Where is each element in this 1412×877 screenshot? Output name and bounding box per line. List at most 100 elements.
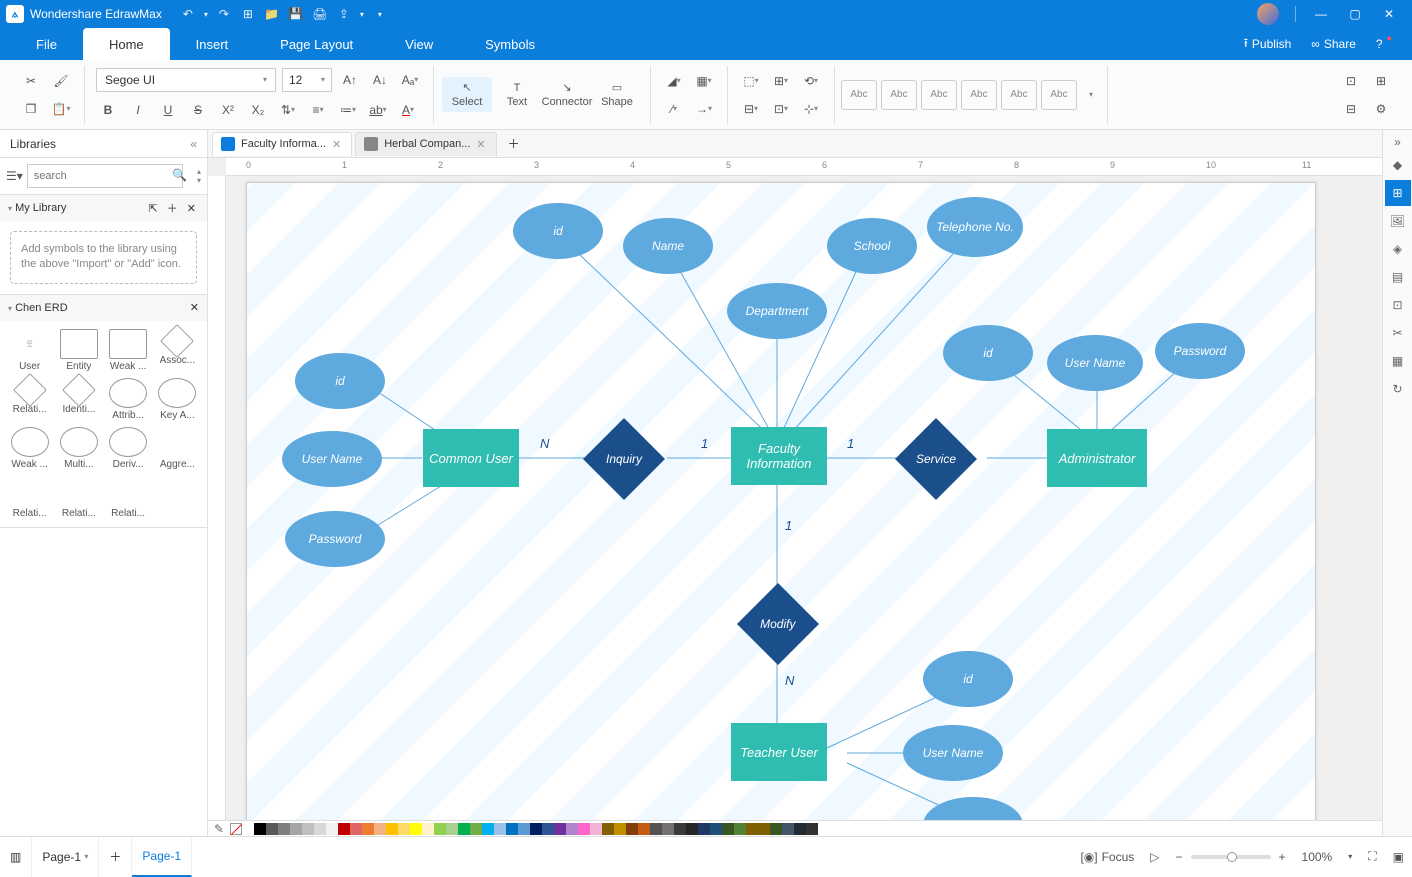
font-name-select[interactable]: Segoe UI▾ — [96, 68, 276, 92]
maximize-icon[interactable]: ▢ — [1338, 0, 1372, 28]
color-swatch[interactable] — [698, 823, 710, 835]
doc-tab[interactable]: Faculty Informa... ✕ — [212, 132, 352, 156]
color-swatch[interactable] — [398, 823, 410, 835]
style-more-icon[interactable]: ▾ — [1079, 83, 1103, 107]
attr-fi-school[interactable]: School — [827, 218, 917, 274]
color-swatch[interactable] — [362, 823, 374, 835]
color-swatch[interactable] — [290, 823, 302, 835]
color-swatch[interactable] — [602, 823, 614, 835]
close-section-icon[interactable]: ✕ — [187, 203, 196, 215]
help-icon[interactable]: ?● — [1366, 28, 1402, 60]
publish-button[interactable]: ⭱Publish — [1234, 28, 1302, 60]
shape-stencil[interactable]: Relati... — [6, 474, 53, 521]
shape-stencil[interactable]: Identi... — [55, 376, 102, 423]
color-swatch[interactable] — [434, 823, 446, 835]
color-swatch[interactable] — [254, 823, 266, 835]
tab-view[interactable]: View — [379, 28, 459, 60]
shadow-icon[interactable]: ▦▾ — [692, 69, 716, 93]
add-page-icon[interactable]: ＋ — [99, 837, 132, 877]
tab-symbols[interactable]: Symbols — [459, 28, 561, 60]
library-search-input[interactable] — [27, 164, 183, 188]
subscript-icon[interactable]: X₂ — [246, 98, 270, 122]
color-swatch[interactable] — [662, 823, 674, 835]
rel-modify[interactable]: Modify — [737, 583, 819, 665]
color-swatch[interactable] — [470, 823, 482, 835]
close-chen-icon[interactable]: ✕ — [190, 301, 199, 314]
distribute-icon[interactable]: ⊡▾ — [769, 97, 793, 121]
text-tool[interactable]: TText — [492, 78, 542, 112]
shape-tool[interactable]: ▭Shape — [592, 77, 642, 112]
attr-tu-id[interactable]: id — [923, 651, 1013, 707]
save-icon[interactable]: 💾 — [285, 3, 307, 25]
layers-panel-icon[interactable]: ◈ — [1385, 236, 1411, 262]
share-button[interactable]: ∞Share — [1301, 28, 1366, 60]
shape-stencil[interactable]: Relati... — [105, 474, 152, 521]
strike-icon[interactable]: S — [186, 98, 210, 122]
entity-faculty-info[interactable]: Faculty Information — [731, 427, 827, 485]
superscript-icon[interactable]: X² — [216, 98, 240, 122]
page-tab[interactable]: Page-1 — [132, 837, 192, 877]
color-swatch[interactable] — [578, 823, 590, 835]
clipart-panel-icon[interactable]: ⊡ — [1385, 292, 1411, 318]
color-swatch[interactable] — [266, 823, 278, 835]
style-preset[interactable]: Abc — [881, 80, 917, 110]
underline-icon[interactable]: U — [156, 98, 180, 122]
attr-ad-username[interactable]: User Name — [1047, 335, 1143, 391]
fit-width-icon[interactable]: ▣ — [1385, 850, 1412, 864]
fit-page-icon[interactable]: ⛶ — [1360, 849, 1384, 864]
presentation-icon[interactable]: ▷ — [1142, 850, 1167, 864]
shape-stencil[interactable]: Relati... — [55, 474, 102, 521]
zoom-in-icon[interactable]: + — [1271, 850, 1294, 864]
style-preset[interactable]: Abc — [1001, 80, 1037, 110]
shape-stencil[interactable]: 웃User — [6, 327, 53, 374]
tab-page-layout[interactable]: Page Layout — [254, 28, 379, 60]
tab-file[interactable]: File — [10, 28, 83, 60]
format-painter-icon[interactable]: 🖌 — [49, 69, 73, 93]
color-swatch[interactable] — [746, 823, 758, 835]
color-swatch[interactable] — [782, 823, 794, 835]
line-spacing-icon[interactable]: ⇅▾ — [276, 98, 300, 122]
search-icon[interactable]: 🔍 — [172, 168, 187, 182]
color-swatch[interactable] — [386, 823, 398, 835]
eyedropper-icon[interactable]: ✎ — [214, 822, 224, 836]
style-preset[interactable]: Abc — [1041, 80, 1077, 110]
rotate-icon[interactable]: ⟲▾ — [799, 69, 823, 93]
italic-icon[interactable]: I — [126, 98, 150, 122]
color-swatch[interactable] — [530, 823, 542, 835]
color-swatch[interactable] — [590, 823, 602, 835]
connector-tool[interactable]: ↘Connector — [542, 77, 592, 112]
attr-username[interactable]: User Name — [282, 431, 382, 487]
theme-panel-icon[interactable]: ⊞ — [1385, 180, 1411, 206]
entity-common-user[interactable]: Common User — [423, 429, 519, 487]
tab-close-icon[interactable]: ✕ — [332, 138, 341, 151]
export-more-icon[interactable]: ▾ — [357, 3, 367, 25]
shape-stencil[interactable]: Deriv... — [105, 425, 152, 472]
highlight-icon[interactable]: ab▾ — [366, 98, 390, 122]
bold-icon[interactable]: B — [96, 98, 120, 122]
export-icon[interactable]: ⇪ — [333, 3, 355, 25]
replace-icon[interactable]: ⊟ — [1339, 97, 1363, 121]
bring-front-icon[interactable]: ⬚▾ — [739, 69, 763, 93]
rel-inquiry[interactable]: Inquiry — [583, 418, 665, 500]
outline-toggle-icon[interactable]: ▥ — [0, 837, 32, 877]
color-swatch[interactable] — [710, 823, 722, 835]
collapse-panel-icon[interactable]: « — [190, 137, 197, 151]
group-icon[interactable]: ⊞▾ — [769, 69, 793, 93]
focus-button[interactable]: [◉] Focus — [1072, 850, 1142, 864]
crop-panel-icon[interactable]: ✂ — [1385, 320, 1411, 346]
color-swatch[interactable] — [338, 823, 350, 835]
font-color-icon[interactable]: A▾ — [396, 98, 420, 122]
history-panel-icon[interactable]: ↻ — [1385, 376, 1411, 402]
add-icon[interactable]: ＋ — [167, 203, 178, 215]
shape-stencil[interactable]: Entity — [55, 327, 102, 374]
attr-fi-dept[interactable]: Department — [727, 283, 827, 339]
print-icon[interactable]: 🖨 — [309, 3, 331, 25]
color-swatch[interactable] — [506, 823, 518, 835]
color-swatch[interactable] — [674, 823, 686, 835]
image-panel-icon[interactable]: 🖼 — [1385, 208, 1411, 234]
scroll-down-icon[interactable]: ▾ — [197, 176, 201, 185]
tab-home[interactable]: Home — [83, 28, 170, 60]
add-tab-icon[interactable]: ＋ — [500, 135, 528, 152]
expand-panel-icon[interactable]: » — [1385, 134, 1411, 150]
find-icon[interactable]: ⊡ — [1339, 69, 1363, 93]
